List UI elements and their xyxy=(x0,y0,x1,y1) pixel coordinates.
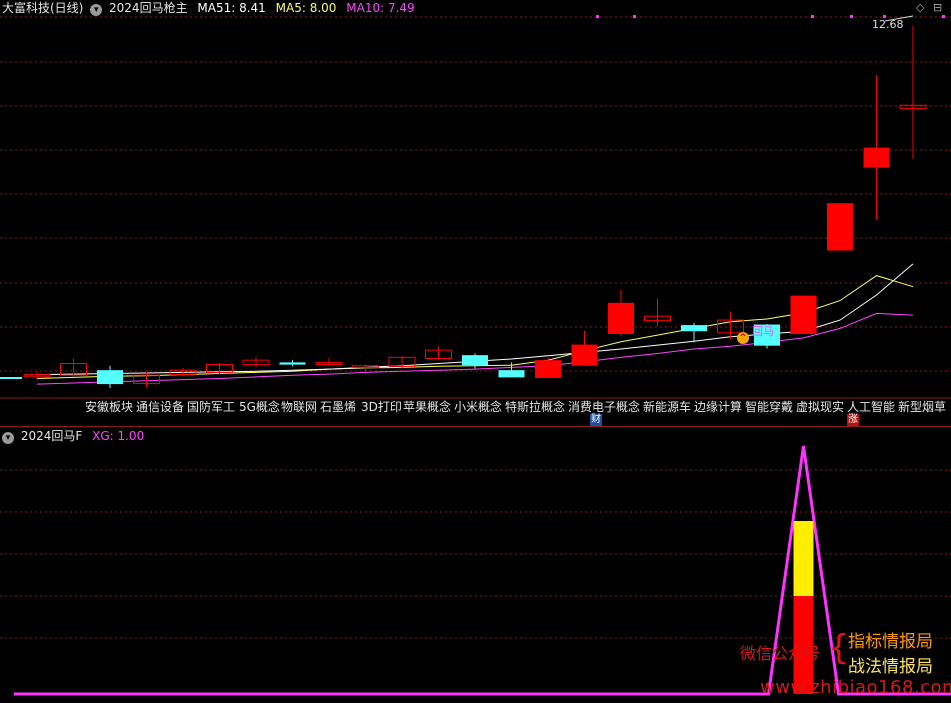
candle xyxy=(242,356,270,367)
concept-item[interactable]: 3D打印 xyxy=(361,399,402,415)
candle xyxy=(827,203,853,251)
candle-body xyxy=(827,203,853,251)
candle-body xyxy=(681,325,707,332)
candle-body xyxy=(863,147,890,168)
top-marker xyxy=(596,15,599,18)
concept-item[interactable]: 新能源车 xyxy=(643,399,691,415)
candle-body xyxy=(608,302,634,334)
candle xyxy=(97,365,123,388)
concept-strip: 安徽板块 通信设备 国防军工 5G概念 物联网 石墨烯 3D打印 苹果概念 小米… xyxy=(0,399,951,415)
concept-item[interactable]: 边缘计算 xyxy=(694,399,742,415)
concept-item[interactable]: 新型烟草 xyxy=(898,399,946,415)
signal-label: 回马 xyxy=(752,325,774,338)
candle xyxy=(133,372,160,388)
concept-item[interactable]: 小米概念 xyxy=(454,399,502,415)
candle-body xyxy=(97,370,123,385)
high-price-label: 12.68 xyxy=(872,18,904,31)
xg-bar-upper xyxy=(793,521,814,596)
candle-body xyxy=(498,370,525,378)
candle xyxy=(571,330,598,366)
candle xyxy=(23,371,51,381)
concept-item[interactable]: 消费电子概念 xyxy=(568,399,640,415)
price-chart[interactable] xyxy=(0,0,951,428)
candle xyxy=(388,356,416,369)
candle xyxy=(644,298,671,327)
candle xyxy=(681,322,707,343)
concept-item[interactable]: 虚拟现实 xyxy=(796,399,844,415)
concept-item[interactable]: 5G概念 xyxy=(239,399,280,415)
top-marker xyxy=(633,15,636,18)
concept-item[interactable]: 物联网 xyxy=(281,399,317,415)
watermark-right1: 指标情报局 xyxy=(848,632,933,652)
top-marker xyxy=(811,15,814,18)
panel-divider[interactable] xyxy=(0,426,951,427)
candle xyxy=(790,295,817,334)
candle xyxy=(863,75,890,220)
concept-item[interactable]: 国防军工 xyxy=(187,399,235,415)
concept-item[interactable]: 苹果概念 xyxy=(403,399,451,415)
candle xyxy=(899,26,927,159)
candle xyxy=(535,357,561,378)
finance-tag[interactable]: 财 xyxy=(590,414,602,426)
candle xyxy=(315,357,343,366)
watermark-brace: { xyxy=(828,628,850,668)
signal-arrow-icon[interactable]: ^ xyxy=(737,332,749,344)
candle xyxy=(608,290,634,337)
concept-item[interactable]: 人工智能 xyxy=(847,399,895,415)
candle xyxy=(498,362,525,378)
concept-item[interactable]: 石墨烯 xyxy=(320,399,356,415)
concept-item[interactable]: 智能穿戴 xyxy=(745,399,793,415)
rise-tag[interactable]: 涨 xyxy=(847,414,859,426)
candle xyxy=(352,364,379,371)
candle-body xyxy=(535,360,561,378)
watermark-left: 微信公众号 xyxy=(740,640,820,664)
candle-body xyxy=(279,362,306,365)
concept-item[interactable]: 通信设备 xyxy=(136,399,184,415)
ma10-line xyxy=(36,312,914,385)
watermark-url: www.zhibiao168.com xyxy=(760,677,951,698)
candle xyxy=(279,360,306,367)
candle-body xyxy=(790,295,817,334)
top-marker xyxy=(942,15,945,18)
candle xyxy=(206,362,233,375)
candle xyxy=(425,346,452,360)
candle-body xyxy=(462,355,488,366)
top-marker xyxy=(850,15,853,18)
watermark-wechat: 微信公众号 xyxy=(740,644,821,663)
concept-item[interactable]: 安徽板块 xyxy=(85,399,133,415)
concept-item[interactable]: 特斯拉概念 xyxy=(505,399,565,415)
watermark-right2: 战法情报局 xyxy=(848,657,933,677)
candle-body xyxy=(571,344,598,366)
